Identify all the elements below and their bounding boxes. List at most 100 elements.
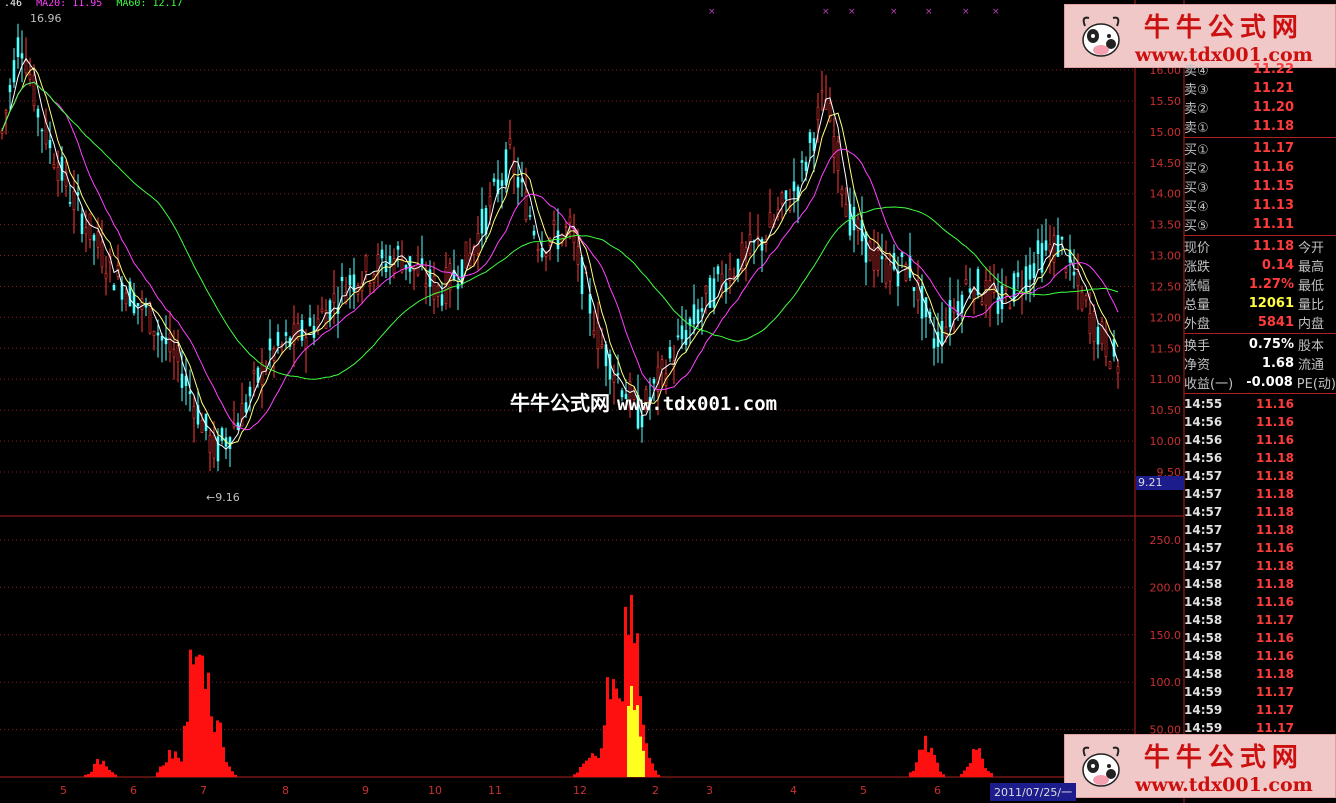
tick-time: 14:56: [1184, 415, 1223, 429]
ma60-value: MA60: 12.17: [116, 0, 183, 9]
candle-body: [692, 304, 696, 325]
candle-body: [348, 275, 352, 286]
candle-body: [880, 256, 884, 260]
volume-bar: [618, 698, 621, 777]
candle-body: [840, 188, 844, 196]
candle-body: [136, 303, 140, 307]
candle-body: [1032, 263, 1036, 278]
volume-tick-label: 250.0: [1150, 534, 1182, 547]
date-axis: 2011/07/25/一 5 6 7 8 9 10 11 12 2 3 4 5 6: [0, 782, 1336, 803]
volume-bar: [222, 747, 225, 777]
candle-body: [712, 278, 716, 308]
stat-value: 11.18: [1252, 239, 1294, 254]
candle-body: [696, 309, 700, 324]
stat-row: 外盘 5841 内盘: [1184, 313, 1336, 332]
tick-price: 11.16: [1256, 415, 1294, 429]
tick-time: 14:58: [1184, 577, 1223, 591]
candle-body: [228, 437, 232, 450]
volume-bar: [108, 770, 111, 777]
bid-row: 买⑤ 11.11: [1184, 215, 1336, 234]
ask-row: 卖③ 11.21: [1184, 79, 1336, 98]
volume-tick-label: 200.0: [1150, 581, 1182, 594]
bid-row: 买③ 11.15: [1184, 177, 1336, 196]
candle-body: [1072, 271, 1076, 276]
candle-body: [888, 264, 892, 282]
volume-bar: [654, 770, 657, 777]
bid-row: 买② 11.16: [1184, 158, 1336, 177]
volume-bar: [936, 762, 939, 777]
candle-body: [640, 415, 644, 428]
volume-bar: [606, 677, 609, 777]
candle-body: [1092, 311, 1096, 342]
candle-body: [32, 75, 36, 107]
candle-body: [988, 280, 992, 309]
volume-bar-overlay: [639, 736, 642, 777]
candle-body: [1076, 271, 1080, 287]
watermark-title: 牛牛公式网: [510, 391, 610, 415]
tick-time: 14:59: [1184, 721, 1223, 735]
tick-row: 14:59 11.17: [1184, 683, 1336, 701]
candle-body: [1028, 264, 1032, 280]
price-marker: 9.21: [1136, 476, 1184, 490]
tick-time: 14:57: [1184, 559, 1223, 573]
stat-row: 收益(一) -0.008 PE(动): [1184, 373, 1336, 392]
volume-bar: [657, 774, 660, 777]
tick-price: 11.18: [1256, 487, 1294, 501]
volume-bar: [984, 768, 987, 777]
price-tick-label: 13.50: [1150, 219, 1182, 232]
volume-bar: [609, 699, 612, 777]
candle-body: [152, 330, 156, 336]
volume-bar: [228, 766, 231, 777]
candle-body: [488, 196, 492, 207]
volume-bar: [102, 760, 105, 777]
tick-price: 11.17: [1256, 721, 1294, 735]
candle-body: [204, 413, 208, 431]
ask-price: 11.20: [1252, 100, 1294, 115]
volume-bar: [969, 763, 972, 777]
stat-value: 0.14: [1261, 258, 1294, 273]
tick-row: 14:59 11.17: [1184, 719, 1336, 737]
date-label: 6: [130, 784, 137, 797]
stat-row: 涨跌 0.14 最高: [1184, 256, 1336, 275]
volume-bar: [651, 763, 654, 777]
event-marker: ×: [890, 7, 898, 17]
volume-bar: [978, 748, 981, 777]
tick-row: 14:58 11.16: [1184, 593, 1336, 611]
candle-body: [16, 37, 20, 58]
candle-body: [504, 149, 508, 186]
ask-row: 卖② 11.20: [1184, 98, 1336, 117]
tick-time: 14:58: [1184, 595, 1223, 609]
candle-body: [552, 220, 556, 226]
volume-bar: [165, 762, 168, 777]
candle-body: [328, 300, 332, 321]
volume-bar: [966, 766, 969, 777]
date-label: 2: [652, 784, 659, 797]
price-tick-label: 12.50: [1150, 280, 1182, 293]
volume-bar: [930, 747, 933, 777]
candle-body: [396, 245, 400, 250]
candle-body: [588, 294, 592, 314]
candle-body: [768, 212, 772, 228]
candle-body: [1036, 240, 1040, 254]
candle-body: [884, 258, 888, 284]
tick-time: 14:59: [1184, 703, 1223, 717]
candle-body: [616, 373, 620, 376]
stat-label-secondary: 内盘: [1298, 317, 1325, 332]
candle-body: [784, 190, 788, 200]
volume-bar: [156, 772, 159, 777]
tick-row: 14:59 11.17: [1184, 701, 1336, 719]
volume-bar: [114, 774, 117, 777]
candle-body: [48, 140, 52, 149]
candle-body: [72, 190, 76, 210]
tick-row: 14:56 11.16: [1184, 431, 1336, 449]
event-marker: ×: [925, 7, 933, 17]
tick-time: 14:57: [1184, 469, 1223, 483]
volume-bar: [975, 749, 978, 777]
candle-body: [540, 247, 544, 258]
stat-row: 现价 11.18 今开: [1184, 237, 1336, 256]
volume-bar: [927, 752, 930, 777]
candle-body: [876, 250, 880, 271]
volume-bar: [204, 689, 207, 777]
candle-body: [500, 180, 504, 186]
candle-body: [612, 374, 616, 383]
